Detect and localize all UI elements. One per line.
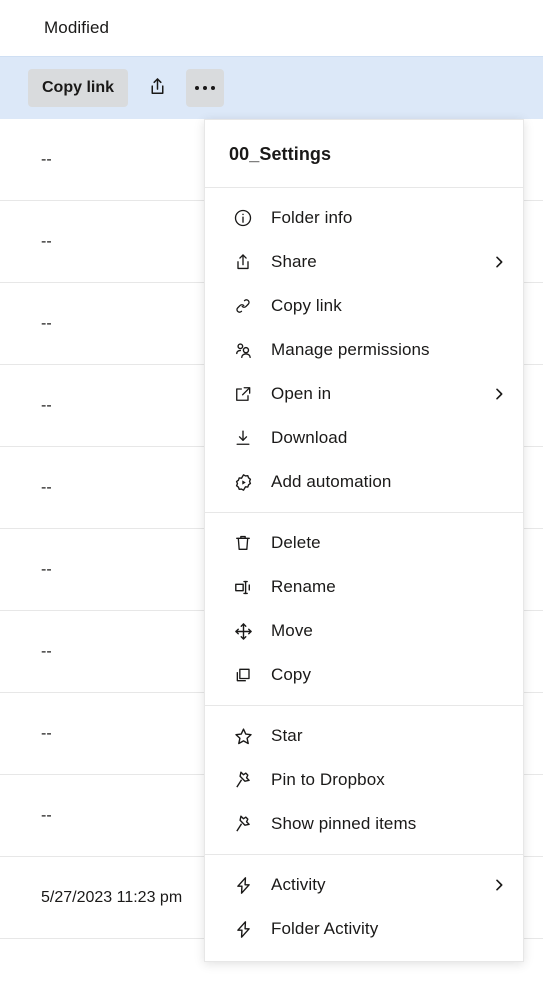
menu-item-label: Rename: [271, 577, 336, 596]
menu-item-pin-to-dropbox[interactable]: Pin to Dropbox: [205, 758, 523, 802]
more-actions-button[interactable]: [186, 69, 225, 107]
menu-item-label: Folder info: [271, 208, 353, 227]
rename-icon: [231, 575, 255, 599]
star-icon: [231, 724, 255, 748]
pin-icon: [231, 812, 255, 836]
copy-link-button[interactable]: Copy link: [28, 69, 129, 107]
menu-item-move[interactable]: Move: [205, 609, 523, 653]
lightning-icon: [231, 873, 255, 897]
menu-group: Folder info Share Copy link Manage permi…: [205, 188, 523, 512]
cell-modified: --: [41, 396, 52, 414]
cell-modified: --: [41, 150, 52, 168]
link-icon: [231, 294, 255, 318]
chevron-right-icon: [491, 254, 507, 270]
chevron-right-icon: [491, 386, 507, 402]
menu-item-download[interactable]: Download: [205, 416, 523, 460]
ellipsis-icon: [194, 85, 216, 91]
menu-item-label: Manage permissions: [271, 340, 430, 359]
menu-item-label: Copy: [271, 665, 312, 684]
open-external-icon: [231, 382, 255, 406]
menu-item-delete[interactable]: Delete: [205, 521, 523, 565]
menu-item-add-automation[interactable]: Add automation: [205, 460, 523, 504]
share-button[interactable]: [138, 69, 176, 107]
info-circle-icon: [231, 206, 255, 230]
menu-item-share[interactable]: Share: [205, 240, 523, 284]
menu-item-copy-link[interactable]: Copy link: [205, 284, 523, 328]
menu-item-label: Show pinned items: [271, 814, 417, 833]
menu-item-manage-permissions[interactable]: Manage permissions: [205, 328, 523, 372]
trash-icon: [231, 531, 255, 555]
cell-modified: --: [41, 806, 52, 824]
selection-action-bar: Copy link: [0, 56, 543, 119]
cell-modified: --: [41, 232, 52, 250]
cell-modified: --: [41, 724, 52, 742]
menu-item-label: Pin to Dropbox: [271, 770, 385, 789]
menu-item-open-in[interactable]: Open in: [205, 372, 523, 416]
menu-item-label: Move: [271, 621, 313, 640]
menu-item-rename[interactable]: Rename: [205, 565, 523, 609]
context-menu-title: 00_Settings: [205, 120, 523, 188]
download-icon: [231, 426, 255, 450]
column-header-modified[interactable]: Modified: [0, 18, 109, 38]
menu-item-label: Add automation: [271, 472, 392, 491]
cell-modified: --: [41, 478, 52, 496]
menu-item-folder-activity[interactable]: Folder Activity: [205, 907, 523, 951]
cell-modified: --: [41, 314, 52, 332]
context-menu: 00_Settings Folder info Share Copy link …: [204, 119, 524, 962]
menu-item-label: Share: [271, 252, 317, 271]
share-upload-icon: [147, 76, 168, 100]
menu-item-label: Star: [271, 726, 303, 745]
gear-play-icon: [231, 470, 255, 494]
menu-item-folder-info[interactable]: Folder info: [205, 196, 523, 240]
menu-item-star[interactable]: Star: [205, 714, 523, 758]
menu-item-label: Folder Activity: [271, 919, 379, 938]
menu-item-label: Open in: [271, 384, 332, 403]
menu-group: Star Pin to Dropbox Show pinned items: [205, 705, 523, 854]
menu-item-label: Delete: [271, 533, 321, 552]
chevron-right-icon: [491, 877, 507, 893]
cell-modified: --: [41, 642, 52, 660]
menu-item-label: Copy link: [271, 296, 342, 315]
cell-modified: --: [41, 560, 52, 578]
move-arrows-icon: [231, 619, 255, 643]
table-header-row: Modified: [0, 0, 543, 56]
menu-group: Delete Rename Move Copy: [205, 512, 523, 705]
menu-group: Activity Folder Activity: [205, 854, 523, 959]
menu-item-label: Download: [271, 428, 348, 447]
copy-icon: [231, 663, 255, 687]
menu-item-show-pinned-items[interactable]: Show pinned items: [205, 802, 523, 846]
cell-modified: 5/27/2023 11:23 pm: [41, 888, 183, 906]
menu-item-copy[interactable]: Copy: [205, 653, 523, 697]
pin-icon: [231, 768, 255, 792]
menu-item-label: Activity: [271, 875, 326, 894]
lightning-icon: [231, 917, 255, 941]
share-upload-icon: [231, 250, 255, 274]
menu-item-activity[interactable]: Activity: [205, 863, 523, 907]
people-icon: [231, 338, 255, 362]
